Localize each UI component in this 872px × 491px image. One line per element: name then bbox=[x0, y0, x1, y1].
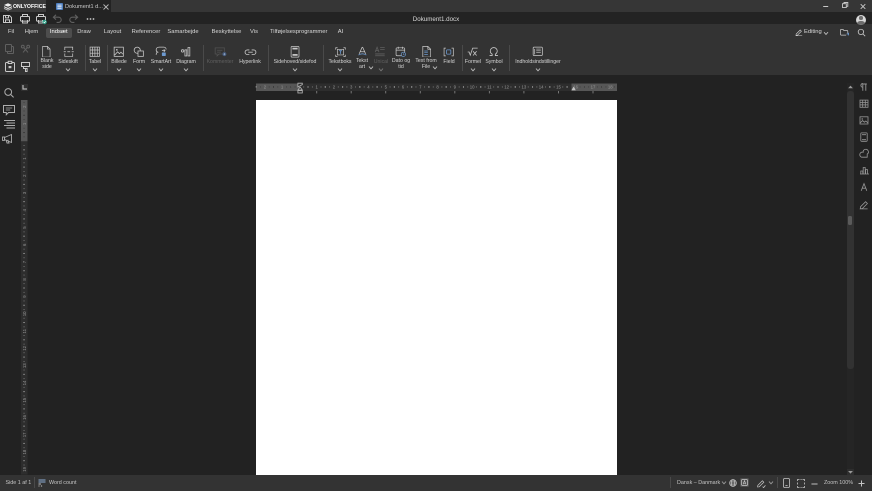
svg-text:10: 10 bbox=[470, 85, 475, 90]
svg-text:15: 15 bbox=[22, 397, 27, 402]
svg-text:10: 10 bbox=[22, 311, 27, 316]
svg-text:11: 11 bbox=[22, 328, 27, 333]
svg-text:12: 12 bbox=[504, 85, 509, 90]
svg-text:17: 17 bbox=[22, 432, 27, 437]
svg-text:11: 11 bbox=[487, 85, 492, 90]
svg-text:12: 12 bbox=[22, 345, 27, 350]
svg-text:18: 18 bbox=[608, 85, 613, 90]
svg-text:15: 15 bbox=[556, 85, 561, 90]
svg-text:16: 16 bbox=[22, 415, 27, 420]
svg-text:17: 17 bbox=[591, 85, 596, 90]
svg-text:18: 18 bbox=[22, 449, 27, 454]
svg-text:13: 13 bbox=[522, 85, 527, 90]
svg-text:14: 14 bbox=[22, 380, 27, 385]
svg-text:14: 14 bbox=[539, 85, 544, 90]
svg-text:19: 19 bbox=[22, 466, 27, 471]
svg-text:13: 13 bbox=[22, 363, 27, 368]
